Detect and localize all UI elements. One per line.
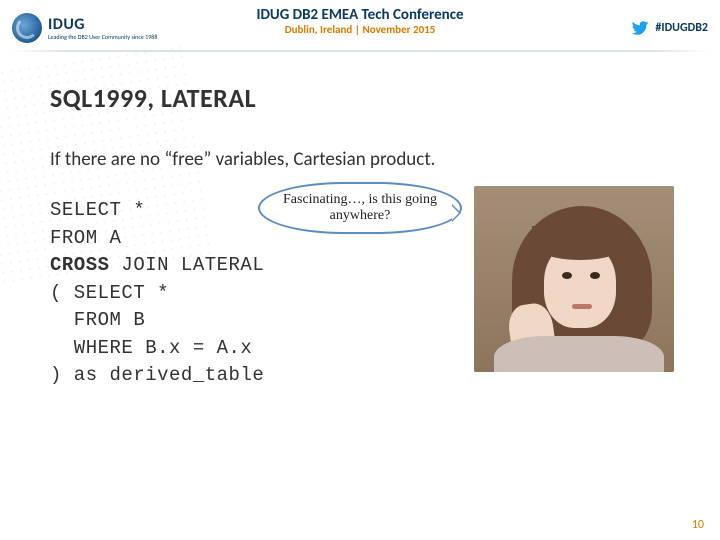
child-photo [474,186,674,372]
slide-title: SQL1999, LATERAL [50,82,670,114]
speech-bubble: Fascinating…, is this going anywhere? [258,182,462,234]
logo-text: IDUG [48,17,157,33]
logo-subtext: Leading the DB2 User Community since 198… [48,34,157,40]
conference-title: IDUG DB2 EMEA Tech Conference [256,6,463,24]
idug-logo: IDUG Leading the DB2 User Community sinc… [12,13,157,43]
slide-lead-text: If there are no “free” variables, Cartes… [50,148,670,171]
conference-subtitle: Dublin, Ireland | November 2015 [256,23,463,36]
page-number: 10 [692,518,704,532]
idug-globe-icon [12,13,42,43]
twitter-bird-icon [631,19,649,37]
speech-bubble-text: Fascinating…, is this going anywhere? [283,192,437,223]
header-right: #IDUGDB2 [631,19,708,37]
slide-header: IDUG Leading the DB2 User Community sinc… [0,0,720,50]
header-center: IDUG DB2 EMEA Tech Conference Dublin, Ir… [256,6,463,36]
hashtag: #IDUGDB2 [655,21,708,35]
